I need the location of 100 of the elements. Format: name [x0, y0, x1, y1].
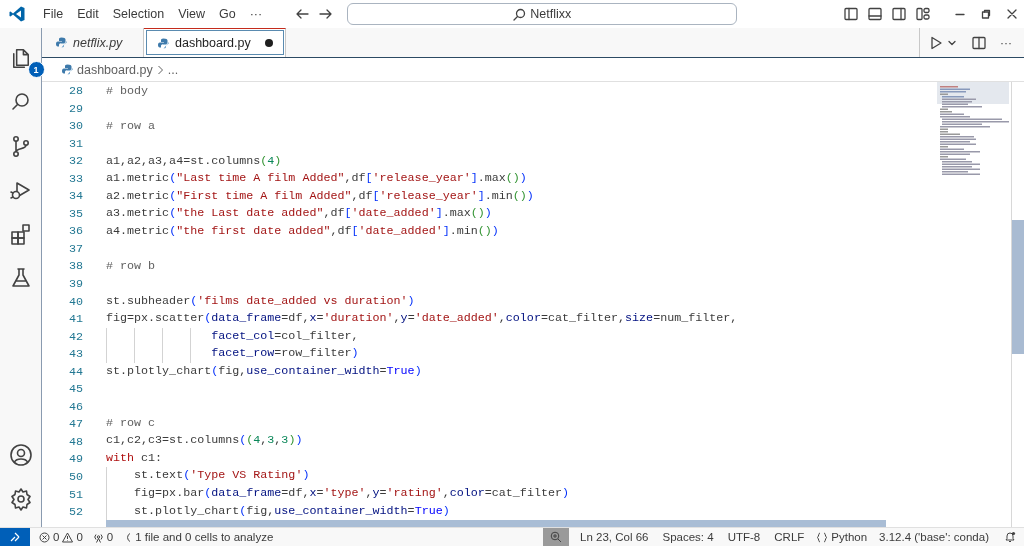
- line-number: 37: [67, 240, 83, 258]
- analysis-status[interactable]: 1 file and 0 cells to analyze: [118, 527, 279, 546]
- close-icon[interactable]: [1006, 8, 1018, 20]
- line-number: 36: [67, 223, 83, 241]
- menu-item[interactable]: Go: [212, 4, 243, 24]
- problems-button[interactable]: 0 0: [34, 527, 88, 546]
- line-number: 48: [67, 433, 83, 451]
- breadcrumb-item[interactable]: dashboard.py: [77, 62, 153, 77]
- code-line: facet_row=row_filter): [106, 345, 937, 363]
- warning-icon: [62, 531, 74, 543]
- code-line: st.text('Type VS Rating'): [106, 467, 937, 485]
- python-file-icon: [56, 37, 67, 48]
- code-line: st.subheader('films date_added vs duration'): [106, 292, 416, 310]
- notification-badge: 1: [27, 61, 45, 78]
- menu-item[interactable]: View: [171, 4, 212, 24]
- cursor-position[interactable]: Ln 23, Col 66: [573, 527, 656, 546]
- remote-icon: [9, 531, 21, 543]
- zoom-button[interactable]: [543, 527, 570, 546]
- code-line: fig=px.bar(data_frame=df,x='type',y='rating',color=cat_filter): [106, 485, 937, 503]
- code-line: with c1:: [106, 449, 164, 467]
- line-number: 35: [67, 205, 83, 223]
- line-number: 52: [67, 504, 83, 522]
- line-number: 33: [67, 170, 83, 188]
- code-line: # row c: [106, 414, 157, 432]
- menu-item[interactable]: ···: [242, 4, 270, 24]
- sidebar-toggle-icon[interactable]: [844, 7, 858, 21]
- breadcrumb-item[interactable]: ...: [167, 62, 179, 77]
- scrollbar[interactable]: [1011, 82, 1024, 527]
- code-line: a1,a2,a3,a4=st.columns(4): [106, 152, 283, 170]
- error-icon: [39, 531, 50, 543]
- code-line: fig=px.scatter(data_frame=df,x='duration',y='date_added',color=cat_filter,size=num_filter,: [106, 310, 739, 328]
- line-number: 45: [67, 381, 83, 399]
- warning-count: 0: [76, 531, 83, 543]
- line-number: 34: [67, 188, 83, 206]
- code-line: # row b: [106, 257, 157, 275]
- files-icon[interactable]: [12, 48, 29, 68]
- line-number: 30: [67, 118, 83, 136]
- app-logo-icon: [8, 5, 26, 23]
- back-arrow-icon[interactable]: [295, 7, 310, 21]
- editor-tab[interactable]: dashboard.py: [144, 28, 286, 57]
- line-number: 28: [67, 83, 83, 100]
- code-line: a3.metric("the Last date added",df['date_added'].max()): [106, 205, 493, 223]
- line-number: 46: [67, 398, 83, 416]
- remote-button[interactable]: [0, 527, 30, 546]
- error-count: 0: [53, 531, 60, 543]
- search-icon: [513, 7, 527, 21]
- forward-arrow-icon[interactable]: [319, 7, 334, 21]
- python-file-icon: [62, 64, 73, 75]
- indentation-button[interactable]: Spaces: 4: [655, 527, 721, 546]
- chevron-down-icon[interactable]: [948, 38, 956, 47]
- code-line: # body: [106, 83, 150, 100]
- menu-item[interactable]: Selection: [105, 4, 172, 24]
- zoom-icon: [550, 531, 563, 543]
- settings-icon[interactable]: [8, 487, 33, 511]
- code-line: st.plotly_chart(fig,use_container_width=True): [106, 502, 937, 521]
- split-editor-icon[interactable]: [972, 35, 986, 50]
- ports-button[interactable]: 0: [87, 527, 119, 546]
- language-button[interactable]: Python: [811, 527, 873, 546]
- line-number: 41: [67, 311, 83, 329]
- menu-item[interactable]: File: [36, 4, 71, 24]
- panel-toggle-icon[interactable]: [868, 7, 882, 21]
- line-number: 49: [67, 451, 83, 469]
- more-actions-button[interactable]: ···: [998, 35, 1014, 50]
- bell-icon: [1004, 531, 1016, 543]
- command-center-search[interactable]: Netflixx: [347, 3, 738, 25]
- unsaved-dot-icon: [264, 39, 273, 47]
- secondary-sidebar-icon[interactable]: [892, 7, 906, 21]
- layout-icon[interactable]: [916, 7, 930, 21]
- code-line: facet_col=col_filter,: [106, 327, 937, 346]
- code-line: st.plotly_chart(fig,use_container_width=True): [106, 362, 423, 380]
- restore-icon[interactable]: [980, 8, 992, 20]
- code-line: a4.metric("the first date added",df['date_added'].min()): [106, 222, 500, 240]
- line-number: 31: [67, 135, 83, 153]
- ports-count: 0: [106, 531, 114, 543]
- code-line: a2.metric("First time A film Added",df['release_year'].min()): [106, 187, 535, 205]
- encoding-button[interactable]: UTF-8: [720, 527, 768, 546]
- account-icon[interactable]: [8, 443, 33, 467]
- line-number: 42: [67, 328, 83, 346]
- run-icon[interactable]: [930, 35, 942, 50]
- extensions-icon[interactable]: [8, 222, 33, 246]
- code-line: a1.metric("Last time A film Added",df['release_year'].max()): [106, 170, 528, 188]
- python-file-icon: [158, 37, 169, 49]
- code-line: # row a: [106, 117, 157, 135]
- interpreter-button[interactable]: 3.12.4 ('base': conda): [872, 527, 996, 546]
- line-number: 51: [67, 486, 83, 504]
- line-number: 47: [67, 416, 83, 434]
- line-number: 50: [67, 469, 83, 487]
- line-number: 29: [67, 100, 83, 118]
- line-number: 32: [67, 153, 83, 171]
- chevron-right-icon: [156, 64, 164, 75]
- menu-item[interactable]: Edit: [70, 4, 106, 24]
- line-number: 39: [67, 276, 83, 293]
- line-number: 40: [67, 293, 83, 311]
- code-line: c1,c2,c3=st.columns((4,3,3)): [106, 432, 304, 450]
- broadcast-icon: [92, 531, 104, 543]
- line-ending-button[interactable]: CRLF: [767, 527, 812, 546]
- line-number: 44: [67, 363, 83, 381]
- braces-icon: [816, 531, 829, 543]
- line-number: 38: [67, 258, 83, 276]
- line-number: 43: [67, 346, 83, 364]
